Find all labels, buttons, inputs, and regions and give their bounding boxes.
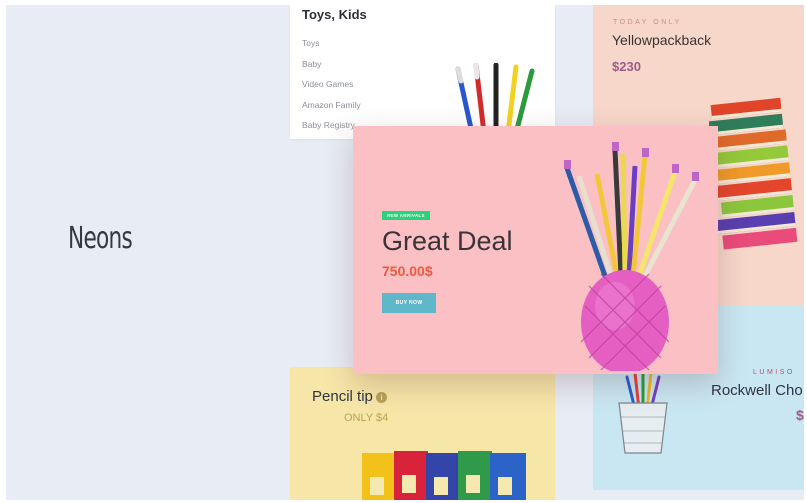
pineapple-pencil-holder-image [564,142,699,371]
promo-price: $230 [612,59,641,74]
new-arrivals-badge: NEW ARRIVALS [382,211,430,220]
binders-image [362,451,526,500]
promo-title-text: Pencil tip [312,388,373,405]
promo-title: Pencil tip i [312,388,387,405]
promo-price: ONLY $4 [344,412,389,424]
books-image [709,97,798,250]
featured-deal-card[interactable]: NEW ARRIVALS Great Deal 750.00$ BUY NOW [353,126,718,374]
promo-eyebrow: LUMISO [753,369,795,376]
deal-title: Great Deal [382,226,513,256]
promo-card-pencil-tip[interactable]: Pencil tip i ONLY $4 [290,367,555,500]
category-card: Toys, Kids Toys Baby Video Games Amazon … [290,5,555,139]
buy-now-button[interactable]: BUY NOW [382,293,436,313]
promo-price: $ [796,407,804,423]
pencil-cup-image [618,369,668,454]
showcase-canvas: Neons Toys, Kids Toys Baby Video Games A… [6,5,804,500]
category-link[interactable]: Baby [302,57,361,78]
brand-logo[interactable]: Neons [68,221,133,256]
category-link[interactable]: Amazon Family [302,98,361,119]
info-icon[interactable]: i [375,391,387,403]
category-link[interactable]: Video Games [302,77,361,98]
category-link[interactable]: Toys [302,36,361,57]
promo-title: Rockwell Cho [711,382,803,399]
category-link[interactable]: Baby Registry [302,118,361,139]
deal-price: 750.00$ [382,263,433,279]
category-title: Toys, Kids [302,7,367,22]
category-list: Toys Baby Video Games Amazon Family Baby… [302,36,361,139]
promo-eyebrow: TODAY ONLY [613,19,682,26]
promo-title: Yellowpackback [612,32,712,48]
